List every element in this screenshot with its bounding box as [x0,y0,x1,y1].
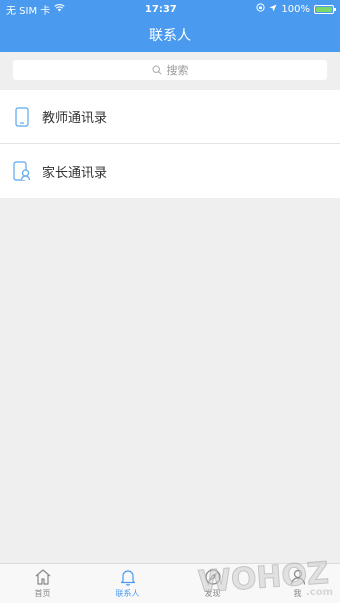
home-icon [35,569,50,585]
contact-list: 教师通讯录 家长通讯录 [0,90,340,198]
discover-icon [204,569,221,585]
tab-bar: 首页 联系人 发现 我 [0,563,340,603]
status-left: 无 SIM 卡 [6,2,65,17]
list-item-parent-contacts[interactable]: 家长通讯录 [0,144,340,198]
tab-discover[interactable]: 发现 [170,564,255,603]
bell-icon [120,570,135,586]
tab-home[interactable]: 首页 [0,564,85,603]
person-icon [290,569,305,585]
wifi-icon [54,3,65,15]
header: 无 SIM 卡 17:37 100% 联系人 [0,0,340,52]
tab-label: 联系人 [115,589,140,598]
battery-percent: 100% [281,3,310,15]
carrier-label: 无 SIM 卡 [6,5,51,17]
parent-phone-icon [12,160,32,182]
list-item-teacher-contacts[interactable]: 教师通讯录 [0,90,340,144]
list-item-label: 家长通讯录 [42,165,108,181]
page-title: 联系人 [149,28,191,44]
search-placeholder: 搜索 [166,64,189,77]
lock-rotation-icon [256,3,265,15]
search-icon [151,65,162,75]
clock: 17:37 [144,3,177,15]
tab-contacts[interactable]: 联系人 [85,564,170,603]
location-icon [269,4,277,15]
tab-label: 我 [293,589,302,598]
status-right: 100% [256,3,336,15]
search-area: 搜索 [0,52,340,90]
phone-icon [12,106,32,128]
tab-label: 首页 [34,589,51,598]
search-input[interactable]: 搜索 [13,60,327,80]
tab-me[interactable]: 我 [255,564,340,603]
list-item-label: 教师通讯录 [42,111,108,126]
status-bar: 无 SIM 卡 17:37 100% [0,0,340,18]
tab-label: 发现 [204,589,221,598]
battery-icon [313,4,336,14]
